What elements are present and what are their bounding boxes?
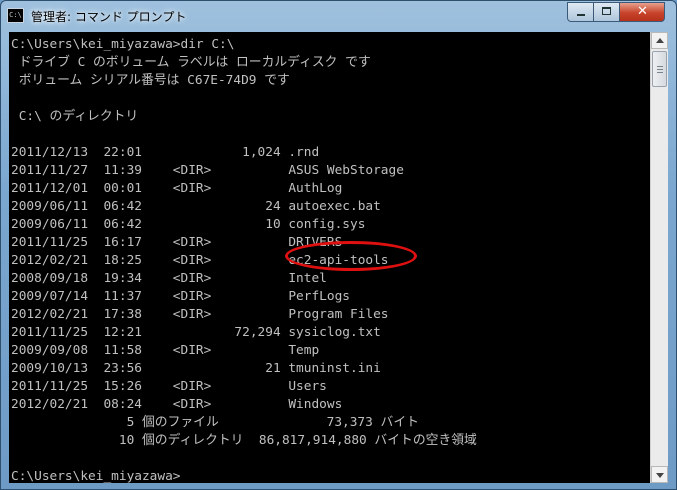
grip-line [657,66,663,67]
console-line: C:\ のディレクトリ [11,109,139,124]
console-line: 2011/12/01 00:01 <DIR> AuthLog [11,181,343,196]
cmd-icon[interactable]: C:\ [7,8,24,23]
console-line: 2011/11/25 12:21 72,294 sysiclog.txt [11,325,381,340]
close-icon: ✕ [637,4,648,19]
maximize-button[interactable] [593,2,620,22]
console-line: 2009/06/11 06:42 10 config.sys [11,217,366,232]
console-line: ボリューム シリアル番号は C67E-74D9 です [11,73,290,88]
console-line: 2011/11/25 15:26 <DIR> Users [11,379,327,394]
console-output[interactable]: C:\Users\kei_miyazawa>dir C:\ ドライブ C のボリ… [9,32,650,483]
title-bar[interactable]: C:\ 管理者: コマンド プロンプト ✕ [1,1,676,32]
window-title: 管理者: コマンド プロンプト [31,10,187,24]
arrow-up-icon [656,38,664,43]
grip-line [657,72,663,73]
console-line: 2009/10/13 23:56 21 tmuninst.ini [11,361,381,376]
console-line: 2009/07/14 11:37 <DIR> PerfLogs [11,289,350,304]
console-line: 2009/09/08 11:58 <DIR> Temp [11,343,320,358]
close-button[interactable]: ✕ [619,2,665,22]
console-line: 10 個のディレクトリ 86,817,914,880 バイトの空き領域 [11,433,477,448]
console-line: 2011/11/27 11:39 <DIR> ASUS WebStorage [11,163,404,178]
console-line: 2011/12/13 22:01 1,024 .rnd [11,145,320,160]
console-line: 2012/02/21 17:38 <DIR> Program Files [11,307,389,322]
command-prompt-window: C:\ 管理者: コマンド プロンプト ✕ C:\Users\kei_miyaz… [0,0,677,490]
grip-line [657,69,663,70]
vertical-scrollbar[interactable] [650,32,668,483]
scroll-up-button[interactable] [651,32,668,49]
scrollbar-thumb[interactable] [652,51,667,87]
console-line: 5 個のファイル 73,373 バイト [11,415,419,430]
minimize-button[interactable] [567,2,594,22]
highlight-circle-annotation [285,241,417,271]
scroll-down-button[interactable] [651,466,668,483]
minimize-icon [577,14,585,16]
console-line: 2012/02/21 08:24 <DIR> Windows [11,397,343,412]
console-line: 2008/09/18 19:34 <DIR> Intel [11,271,327,286]
console-line: C:\Users\kei_miyazawa>dir C:\ [11,37,235,52]
arrow-down-icon [656,473,664,478]
console-line: C:\Users\kei_miyazawa> [11,469,181,483]
maximize-icon [602,7,611,15]
console-line: 2009/06/11 06:42 24 autoexec.bat [11,199,381,214]
console-line: ドライブ C のボリューム ラベルは ローカルディスク です [11,55,371,70]
